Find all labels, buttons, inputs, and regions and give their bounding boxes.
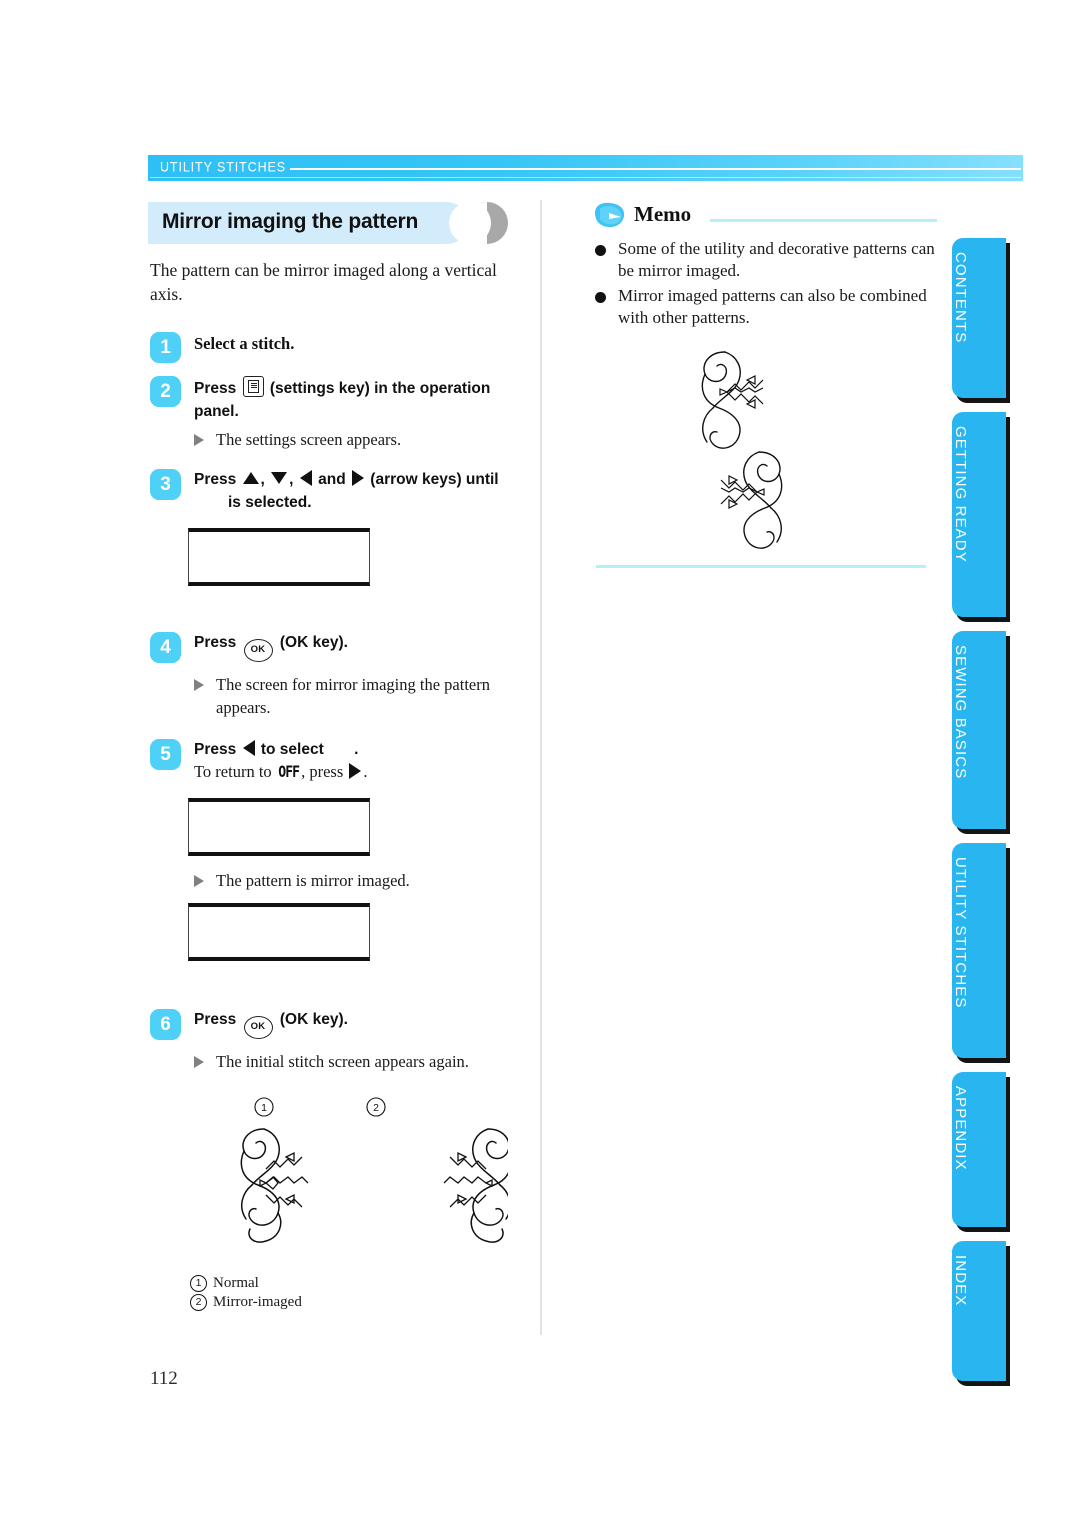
combined-pattern-diagram — [701, 351, 783, 549]
step-5-text-end: . — [354, 740, 359, 758]
ok-key-icon[interactable]: OK — [243, 639, 273, 663]
step-2-text-before: Press — [194, 380, 237, 398]
step-3-text-second: is selected. — [228, 493, 312, 511]
sidebar-item-contents[interactable]: CONTENTS — [952, 238, 1006, 398]
step-5-text-before: Press — [194, 740, 237, 758]
step-number-badge: 2 — [150, 376, 181, 408]
tab-label: SEWING BASICS — [952, 645, 969, 780]
result-triangle-icon — [194, 875, 204, 888]
tab-label: CONTENTS — [952, 252, 969, 344]
page-title: Mirror imaging the pattern — [162, 210, 419, 233]
figure-marker-1: 1 — [190, 1274, 207, 1292]
step-6-text-before: Press — [194, 1010, 237, 1028]
arrow-left-icon[interactable] — [299, 470, 312, 487]
step-1-text: Select a stitch. — [194, 334, 295, 354]
step-4-result-text: The screen for mirror imaging the patter… — [216, 675, 490, 717]
step-2-result-text: The settings screen appears. — [216, 430, 402, 450]
step-6-text-after: (OK key). — [279, 1010, 348, 1028]
step-5-sub-mid: , press — [301, 762, 344, 782]
page-number: 112 — [150, 1368, 178, 1389]
column-divider — [540, 200, 542, 1335]
comparison-figure: 1 2 — [208, 1095, 512, 1270]
result-triangle-icon — [194, 434, 204, 447]
settings-key-icon[interactable] — [242, 376, 264, 398]
tab-label: UTILITY STITCHES — [952, 857, 969, 1009]
tab-label: APPENDIX — [952, 1086, 969, 1171]
step-1: 1 Select a stitch. — [148, 332, 533, 364]
memo-item: Mirror imaged patterns can also be combi… — [592, 285, 937, 330]
running-head-label: UTILITY STITCHES — [160, 159, 286, 175]
memo-pointer-icon — [595, 202, 625, 228]
sidebar-item-utility-stitches[interactable]: UTILITY STITCHES — [952, 843, 1006, 1058]
figure-caption-2: Mirror-imaged — [213, 1294, 302, 1311]
step-4-result: The screen for mirror imaging the patter… — [194, 674, 546, 719]
sidebar-item-sewing-basics[interactable]: SEWING BASICS — [952, 631, 1006, 829]
step-3: 3 Press , , and (arrow keys) until is se… — [148, 469, 533, 514]
svg-text:1: 1 — [261, 1102, 267, 1114]
sidebar-item-getting-ready[interactable]: GETTING READY — [952, 412, 1006, 617]
step-6: 6 Press OK (OK key). — [148, 1008, 533, 1040]
step-6-result: The initial stitch screen appears again. — [194, 1051, 533, 1073]
result-triangle-icon — [194, 1055, 204, 1068]
step-number-badge: 4 — [150, 632, 181, 664]
normal-vs-mirrored-diagram: 1 2 — [240, 1097, 512, 1243]
memo-bottom-rule — [596, 564, 926, 568]
step-5-result-text: The pattern is mirror imaged. — [216, 871, 410, 891]
step-4-text-before: Press — [194, 634, 237, 652]
step-5-sub-end: . — [363, 762, 368, 782]
arrow-down-icon[interactable] — [271, 472, 288, 485]
step-number-badge: 3 — [150, 469, 181, 501]
lcd-screen-mirrored — [188, 902, 370, 961]
step-3-text-before: Press — [194, 471, 237, 489]
side-tab-strip: CONTENTS GETTING READY SEWING BASICS UTI… — [952, 238, 1010, 1395]
right-column: Memo Some of the utility and decorative … — [592, 200, 937, 568]
step-6-result-text: The initial stitch screen appears again. — [216, 1051, 469, 1071]
step-4-text-after: (OK key). — [279, 634, 348, 652]
arrow-right-icon[interactable] — [351, 470, 364, 487]
section-title-banner: Mirror imaging the pattern — [148, 200, 533, 248]
left-column: Mirror imaging the pattern The pattern c… — [148, 200, 533, 1313]
figure-caption-1: Normal — [213, 1274, 259, 1291]
step-2: 2 Press (settings key) in the operation … — [148, 376, 533, 423]
lcd-screen-mirror-select — [188, 798, 370, 857]
ok-key-icon[interactable]: OK — [243, 1015, 273, 1039]
step-4: 4 Press OK (OK key). — [148, 632, 533, 664]
step-2-text-after: (settings key) in the operation panel. — [194, 380, 491, 420]
step-3-text-after: (arrow keys) until — [370, 471, 499, 489]
memo-title: Memo — [634, 202, 692, 226]
off-indicator-icon: OFF — [278, 762, 300, 782]
figure-marker-2: 2 — [190, 1294, 207, 1312]
arrow-up-icon[interactable] — [242, 472, 259, 485]
sidebar-item-appendix[interactable]: APPENDIX — [952, 1072, 1006, 1227]
manual-page: UTILITY STITCHES Mirror imaging the patt… — [0, 0, 1080, 1528]
tab-label: GETTING READY — [952, 426, 969, 563]
title-white-knob — [449, 202, 491, 244]
memo-rule — [710, 219, 937, 222]
step-number-badge: 1 — [150, 332, 181, 364]
header-rule — [290, 168, 1021, 170]
header-rule-secondary — [150, 177, 1021, 178]
running-header: UTILITY STITCHES — [148, 155, 1023, 181]
lcd-screen-settings — [188, 528, 370, 587]
result-triangle-icon — [194, 679, 204, 692]
step-5-result: The pattern is mirror imaged. — [194, 870, 533, 892]
step-number-badge: 6 — [150, 1008, 181, 1040]
memo-item: Some of the utility and decorative patte… — [592, 238, 937, 283]
step-2-result: The settings screen appears. — [194, 429, 533, 451]
figure-captions: 1 Normal 2 Mirror-imaged — [190, 1274, 533, 1313]
step-5: 5 Press to select . To return to OFF, pr… — [148, 738, 533, 782]
memo-stitch-illustration — [677, 344, 807, 549]
sidebar-item-index[interactable]: INDEX — [952, 1241, 1006, 1381]
memo-header: Memo — [592, 200, 937, 234]
step-5-sub-before: To return to — [194, 762, 272, 782]
svg-text:2: 2 — [373, 1102, 379, 1114]
section-intro: The pattern can be mirror imaged along a… — [150, 260, 497, 305]
step-number-badge: 5 — [150, 738, 181, 770]
right-arrow-icon[interactable] — [349, 763, 362, 780]
tab-label: INDEX — [952, 1255, 969, 1307]
step-5-text-after: to select — [260, 740, 324, 758]
memo-list: Some of the utility and decorative patte… — [592, 238, 937, 330]
left-arrow-icon[interactable] — [242, 739, 255, 756]
